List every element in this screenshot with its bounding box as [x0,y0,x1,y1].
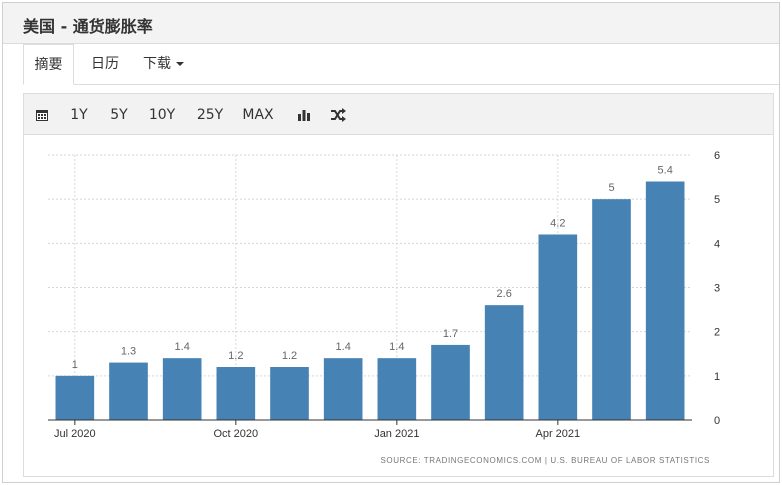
bar-data-label: 1.2 [282,350,297,362]
bar-data-label: 5 [608,182,614,194]
y-tick-label: 4 [714,238,720,250]
bar [431,344,470,420]
bar-data-label: 1.3 [121,346,136,358]
bar [109,362,148,420]
bar-data-label: 1.2 [228,350,243,362]
tab-calendar[interactable]: 日历 [79,44,131,84]
bar [323,358,363,420]
bar-data-label: 1.4 [336,341,351,353]
bar [162,358,202,420]
x-tick-label: Oct 2020 [214,428,259,440]
chart-area: 0 1 2 3 4 5 6 1 1.3 1.4 1.2 1.2 1.4 1.4 1.7 2.6 4.2 5 5.4 J… [23,135,774,477]
bar-data-label: 2.6 [497,288,512,300]
tab-download[interactable]: 下载 [131,44,196,84]
bar [592,199,631,420]
chart-toolbar: 1Y 5Y 10Y 25Y MAX [23,93,774,135]
x-tick-label: Jul 2020 [54,428,96,440]
title-bar: 美国 - 通货膨胀率 [3,3,779,44]
bar-data-label: 1 [72,359,78,371]
bar-data-label: 5.4 [658,165,673,177]
range-1y-button[interactable]: 1Y [64,94,94,136]
y-tick-label: 2 [714,327,720,339]
bar [484,305,524,420]
y-tick-label: 0 [714,415,720,427]
source-note: SOURCE: TRADINGECONOMICS.COM | U.S. BURE… [380,456,710,465]
y-tick-label: 5 [714,194,720,206]
tab-download-label: 下载 [143,56,171,72]
bar-data-label: 4.2 [550,218,565,230]
bar-chart-icon[interactable] [292,94,316,136]
x-tick-label: Apr 2021 [536,428,581,440]
tab-bar: 摘要 日历 下载 [23,44,779,85]
bar-data-label: 1.7 [443,328,458,340]
bar [645,181,685,420]
y-tick-label: 3 [714,283,720,295]
range-5y-button[interactable]: 5Y [104,94,134,136]
bar [377,358,417,420]
shuffle-icon[interactable] [326,94,350,136]
bar [270,367,309,420]
range-25y-button[interactable]: 25Y [192,94,228,136]
range-10y-button[interactable]: 10Y [144,94,180,136]
widget-frame: 美国 - 通货膨胀率 摘要 日历 下载 1Y 5Y 10Y 25Y MAX 0 … [2,2,780,483]
tab-summary[interactable]: 摘要 [23,44,74,85]
bar-data-label: 1.4 [175,341,190,353]
range-max-button[interactable]: MAX [238,94,278,136]
caret-down-icon [176,62,184,66]
bar [538,234,578,420]
y-tick-label: 1 [714,371,720,383]
inflation-bar-chart: 0 1 2 3 4 5 6 1 1.3 1.4 1.2 1.2 1.4 1.4 1.7 2.6 4.2 5 5.4 J… [48,150,720,465]
tab-calendar-label: 日历 [91,56,119,72]
bar-data-label: 1.4 [389,341,404,353]
x-tick-label: Jan 2021 [374,428,419,440]
page-title: 美国 - 通货膨胀率 [23,17,153,36]
bar [216,367,256,420]
calendar-icon[interactable] [30,94,54,136]
bar [55,375,95,420]
tab-summary-label: 摘要 [34,57,63,73]
y-tick-label: 6 [714,150,720,162]
